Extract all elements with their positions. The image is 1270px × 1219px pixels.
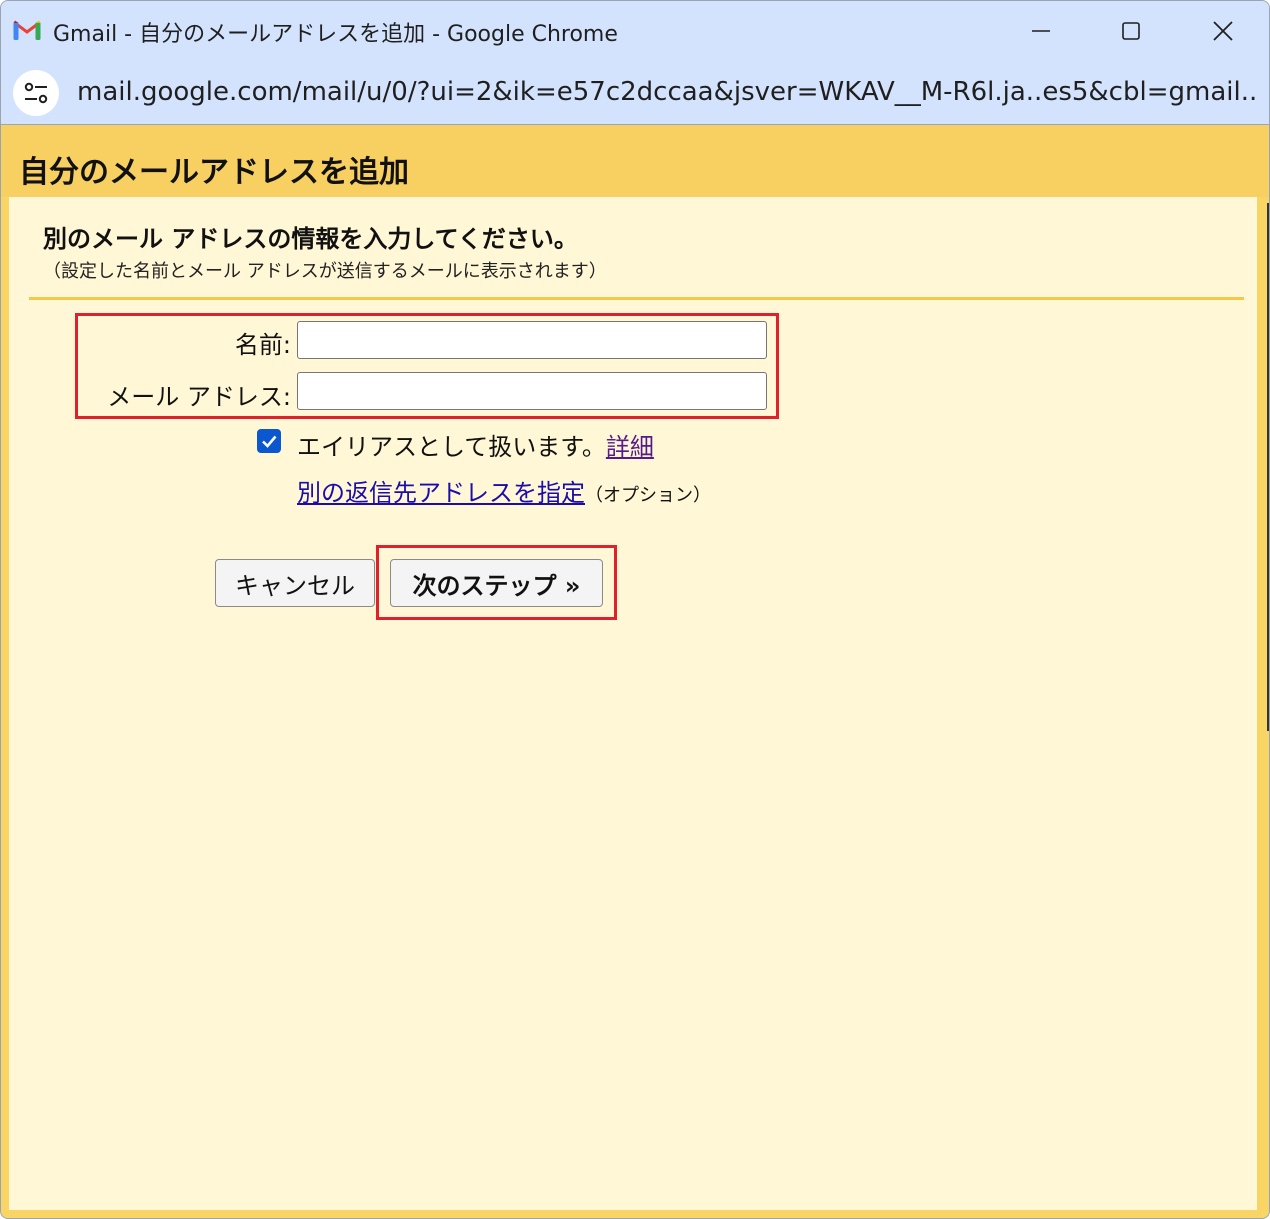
- alias-checkbox[interactable]: [257, 429, 281, 453]
- title-bar: Gmail - 自分のメールアドレスを追加 - Google Chrome: [1, 1, 1269, 63]
- minimize-icon: [1032, 30, 1050, 32]
- optional-label: （オプション）: [585, 485, 711, 506]
- reply-to-link[interactable]: 別の返信先アドレスを指定: [297, 479, 585, 507]
- cancel-button[interactable]: キャンセル: [215, 559, 375, 607]
- reply-to-row: 別の返信先アドレスを指定（オプション）: [297, 473, 711, 508]
- tune-icon: [24, 82, 48, 104]
- dialog-page: 自分のメールアドレスを追加 別のメール アドレスの情報を入力してください。 （設…: [1, 125, 1269, 1218]
- alias-label: エイリアスとして扱います。: [297, 433, 606, 461]
- close-button[interactable]: [1191, 9, 1255, 53]
- alias-row: エイリアスとして扱います。詳細: [297, 427, 654, 462]
- page-header: 自分のメールアドレスを追加: [1, 125, 1269, 197]
- minimize-button[interactable]: [1009, 9, 1073, 53]
- address-bar: mail.google.com/mail/u/0/?ui=2&ik=e57c2d…: [1, 63, 1269, 125]
- maximize-button[interactable]: [1099, 9, 1163, 53]
- next-button-highlight-box: [376, 545, 617, 620]
- dialog-content: 別のメール アドレスの情報を入力してください。 （設定した名前とメール アドレス…: [9, 197, 1269, 1210]
- fields-highlight-box: [75, 313, 779, 419]
- site-info-button[interactable]: [13, 70, 59, 116]
- checkmark-icon: [262, 435, 277, 448]
- url-text[interactable]: mail.google.com/mail/u/0/?ui=2&ik=e57c2d…: [77, 77, 1257, 107]
- gmail-logo-icon: [13, 20, 41, 40]
- page-title: 自分のメールアドレスを追加: [19, 155, 409, 190]
- intro-heading: 別のメール アドレスの情報を入力してください。: [43, 225, 578, 253]
- maximize-icon: [1122, 22, 1140, 40]
- alias-details-link[interactable]: 詳細: [606, 433, 654, 461]
- separator: [29, 297, 1244, 300]
- close-icon: [1213, 21, 1233, 41]
- intro-subheading: （設定した名前とメール アドレスが送信するメールに表示されます）: [43, 261, 607, 282]
- browser-window: Gmail - 自分のメールアドレスを追加 - Google Chrome ma…: [0, 0, 1270, 1219]
- window-title: Gmail - 自分のメールアドレスを追加 - Google Chrome: [53, 22, 618, 47]
- scrollbar[interactable]: [1267, 203, 1269, 731]
